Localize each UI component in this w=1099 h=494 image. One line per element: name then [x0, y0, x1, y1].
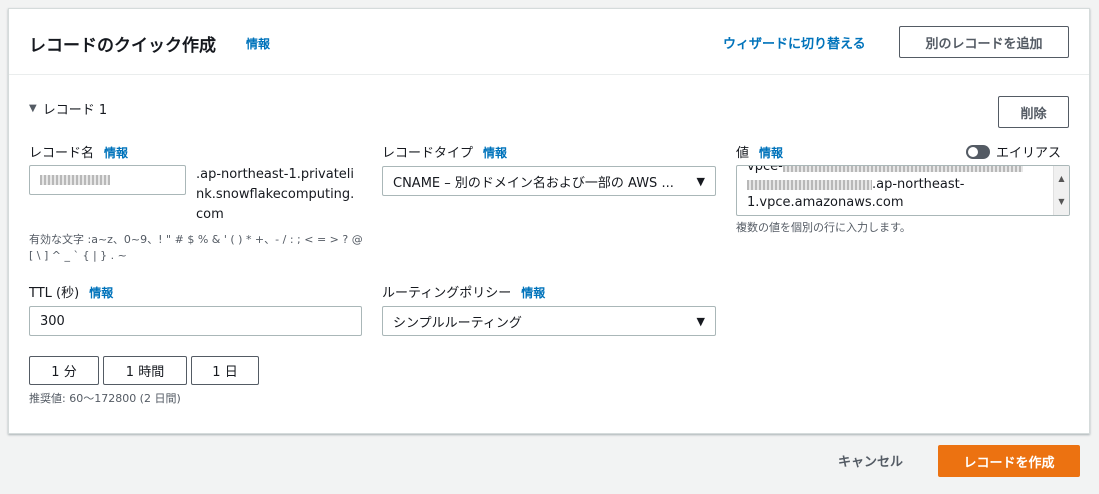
ttl-hint: 推奨値: 60〜172800 (2 日間): [29, 392, 181, 405]
ttl-label: TTL (秒) 情報: [29, 282, 113, 301]
record-name-hint: 有効な文字 :a~z、0~9、! " # $ % & ' ( ) * +、- /…: [29, 233, 363, 262]
routing-policy-select[interactable]: シンプルルーティング ▼: [382, 306, 716, 336]
record-type-select[interactable]: CNAME – 別のドメイン名および一部の AWS ... ▼: [382, 166, 716, 196]
routing-policy-selected: シンプルルーティング: [393, 315, 522, 331]
routing-policy-label-text: ルーティングポリシー: [382, 286, 512, 301]
quick-create-panel: レコードのクイック作成 情報 ウィザードに切り替える 別のレコードを追加 ▼ レ…: [8, 8, 1090, 434]
ttl-value: 300: [40, 313, 65, 329]
record-name-input[interactable]: [29, 165, 186, 195]
routing-policy-info-link[interactable]: 情報: [521, 284, 545, 301]
add-another-record-button[interactable]: 別のレコードを追加: [899, 26, 1069, 58]
cancel-button[interactable]: キャンセル: [838, 451, 903, 470]
switch-to-wizard-link[interactable]: ウィザードに切り替える: [723, 33, 866, 52]
record-type-info-link[interactable]: 情報: [483, 144, 507, 161]
page-title: レコードのクイック作成: [29, 36, 216, 56]
record-name-info-link[interactable]: 情報: [104, 144, 128, 161]
value-label-text: 値: [736, 146, 750, 161]
textarea-scrollbar[interactable]: ▲ ▼: [1053, 166, 1069, 215]
redacted-value: [40, 175, 110, 185]
record-type-label-text: レコードタイプ: [382, 146, 474, 161]
value-line-1-prefix: vpce-: [747, 165, 783, 174]
record-section-label: レコード 1: [42, 103, 108, 118]
title-info-link[interactable]: 情報: [246, 35, 270, 52]
routing-policy-label: ルーティングポリシー 情報: [382, 282, 545, 301]
value-line-2-suffix: .ap-northeast-: [872, 177, 965, 192]
value-line-2: .ap-northeast-: [747, 176, 1047, 194]
value-line-1: vpce-: [747, 165, 1047, 176]
alias-label: エイリアス: [996, 146, 1062, 161]
dropdown-arrow-icon: ▼: [696, 174, 705, 188]
value-label: 値 情報: [736, 142, 783, 161]
ttl-label-text: TTL (秒): [29, 286, 80, 301]
value-hint: 複数の値を個別の行に入力します。: [736, 221, 911, 234]
record-type-selected: CNAME – 別のドメイン名および一部の AWS ...: [393, 175, 674, 191]
alias-toggle[interactable]: エイリアス: [966, 142, 1061, 161]
record-name-label: レコード名 情報: [29, 142, 128, 161]
delete-record-button[interactable]: 削除: [998, 96, 1069, 128]
panel-header: レコードのクイック作成 情報 ウィザードに切り替える 別のレコードを追加: [9, 9, 1089, 75]
ttl-1-minute-button[interactable]: 1 分: [29, 356, 99, 385]
value-line-3: 1.vpce.amazonaws.com: [747, 195, 904, 210]
ttl-1-day-button[interactable]: 1 日: [191, 356, 259, 385]
value-info-link[interactable]: 情報: [759, 144, 783, 161]
record-name-suffix: .ap-northeast-1.privatelink.snowflakecom…: [196, 167, 355, 222]
record-section-toggle[interactable]: ▼ レコード 1: [29, 99, 107, 118]
ttl-1-hour-button[interactable]: 1 時間: [103, 356, 187, 385]
record-name-label-text: レコード名: [29, 146, 95, 161]
ttl-input[interactable]: 300: [29, 306, 362, 336]
scroll-up-icon[interactable]: ▲: [1058, 170, 1064, 188]
value-textarea[interactable]: vpce- .ap-northeast- 1.vpce.amazonaws.co…: [736, 165, 1070, 216]
create-records-button[interactable]: レコードを作成: [938, 445, 1080, 477]
redacted-value: [747, 179, 872, 190]
record-type-label: レコードタイプ 情報: [382, 142, 507, 161]
redacted-value: [782, 166, 1023, 172]
dropdown-arrow-icon: ▼: [696, 314, 705, 328]
toggle-switch-icon[interactable]: [966, 144, 990, 159]
caret-down-icon: ▼: [29, 103, 37, 114]
scroll-down-icon[interactable]: ▼: [1058, 193, 1064, 211]
ttl-info-link[interactable]: 情報: [89, 284, 113, 301]
